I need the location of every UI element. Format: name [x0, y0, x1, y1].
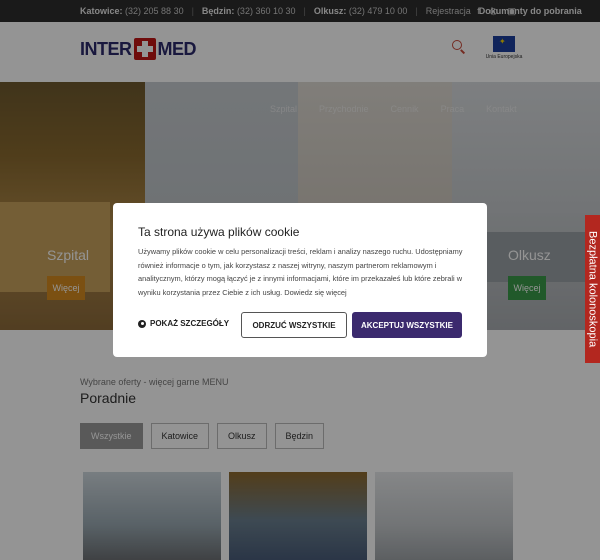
- cookie-title: Ta strona używa plików cookie: [138, 225, 300, 239]
- cookie-description: Używamy plików cookie w celu personaliza…: [138, 247, 463, 297]
- reject-all-button[interactable]: ODRZUĆ WSZYSTKIE: [241, 312, 347, 338]
- accept-all-button[interactable]: AKCEPTUJ WSZYSTKIE: [352, 312, 462, 338]
- show-details-button[interactable]: POKAŻ SZCZEGÓŁY: [138, 319, 229, 328]
- show-details-label: POKAŻ SZCZEGÓŁY: [150, 319, 230, 328]
- colonoscopy-side-tab[interactable]: Bezpłatna kolonoskopia: [585, 215, 600, 363]
- cookie-consent-dialog: Ta strona używa plików cookie Używamy pl…: [113, 203, 487, 357]
- gear-icon: [138, 319, 146, 328]
